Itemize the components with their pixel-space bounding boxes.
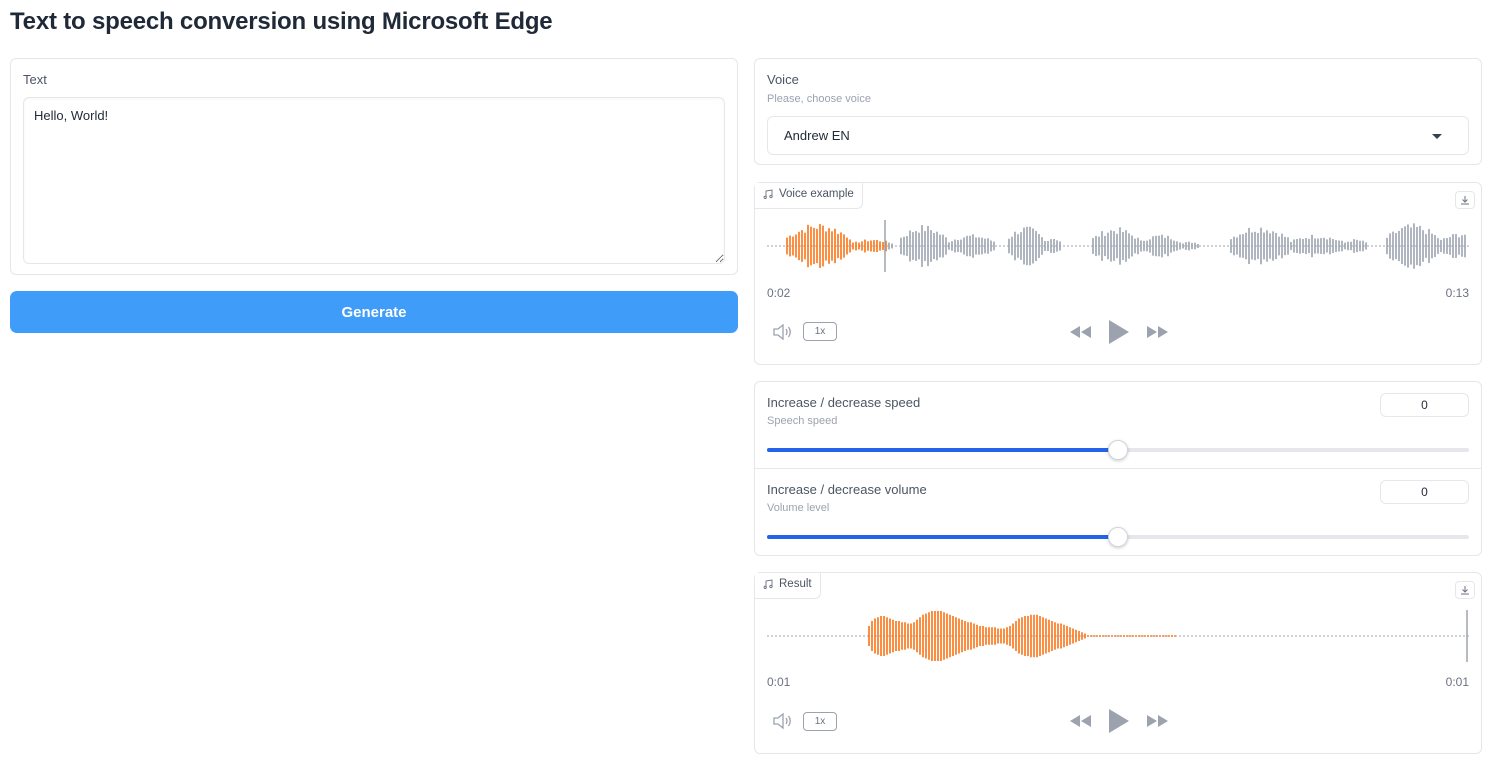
music-icon [763, 189, 773, 199]
page-title: Text to speech conversion using Microsof… [10, 8, 553, 35]
speed-label: Increase / decrease speed [767, 395, 921, 410]
download-button[interactable] [1455, 581, 1475, 599]
voice-selected-value: Andrew EN [784, 128, 850, 143]
speed-slider-handle[interactable] [1108, 440, 1128, 460]
waveform[interactable] [767, 216, 1469, 276]
duration: 0:13 [1445, 286, 1469, 300]
volume-slider[interactable] [767, 527, 1469, 547]
result-label: Result [779, 578, 812, 590]
audio-label-tag: Voice example [755, 183, 863, 209]
rewind-icon[interactable] [1069, 712, 1093, 730]
text-label: Text [23, 72, 47, 87]
voice-example-player: Voice example 0:02 0:13 1x [754, 182, 1482, 365]
sliders-panel: Increase / decrease speed Speech speed 0… [754, 381, 1482, 556]
volume-slider-handle[interactable] [1108, 527, 1128, 547]
rewind-icon[interactable] [1069, 323, 1093, 341]
fast-forward-icon[interactable] [1145, 323, 1169, 341]
music-icon [763, 579, 773, 589]
generate-button[interactable]: Generate [10, 291, 738, 333]
speed-slider[interactable] [767, 440, 1469, 460]
download-icon [1461, 196, 1469, 205]
volume-icon[interactable] [772, 323, 794, 341]
voice-dropdown[interactable]: Andrew EN [767, 116, 1469, 155]
waveform[interactable] [767, 606, 1469, 666]
current-time: 0:02 [767, 286, 791, 300]
voice-label: Voice [767, 72, 799, 87]
volume-slider-fill [767, 535, 1118, 539]
volume-slider-group: Increase / decrease volume Volume level … [755, 469, 1481, 556]
fast-forward-icon[interactable] [1145, 712, 1169, 730]
duration: 0:01 [1445, 675, 1469, 689]
playback-speed-button[interactable]: 1x [803, 712, 837, 731]
download-button[interactable] [1455, 191, 1475, 209]
volume-label: Increase / decrease volume [767, 482, 927, 497]
audio-label-tag: Result [755, 573, 821, 599]
result-player: Result 0:01 0:01 1x [754, 572, 1482, 754]
play-icon[interactable] [1107, 319, 1131, 345]
speed-number-input[interactable]: 0 [1380, 393, 1469, 417]
current-time: 0:01 [767, 675, 791, 689]
text-panel: Text [10, 58, 738, 275]
voice-info: Please, choose voice [767, 93, 871, 105]
play-icon[interactable] [1107, 708, 1131, 734]
playback-speed-button[interactable]: 1x [803, 322, 837, 341]
volume-icon[interactable] [772, 712, 794, 730]
volume-info: Volume level [767, 502, 830, 514]
voice-panel: Voice Please, choose voice Andrew EN [754, 58, 1482, 165]
speed-slider-group: Increase / decrease speed Speech speed 0 [755, 382, 1481, 469]
speed-info: Speech speed [767, 415, 838, 427]
voice-example-label: Voice example [779, 188, 854, 200]
download-icon [1461, 586, 1469, 595]
text-input[interactable] [23, 97, 725, 264]
chevron-down-icon [1432, 134, 1442, 139]
volume-number-input[interactable]: 0 [1380, 480, 1469, 504]
speed-slider-fill [767, 448, 1118, 452]
